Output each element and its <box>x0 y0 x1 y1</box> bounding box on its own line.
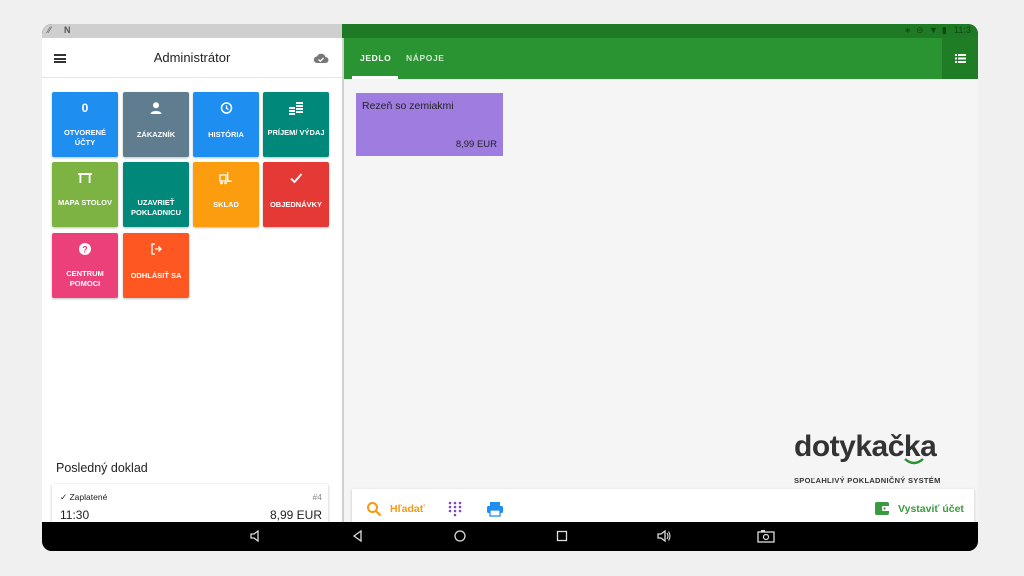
tile-close-register[interactable]: Uzavrieť pokladnicu <box>123 162 189 227</box>
logo-tagline: SPOĽAHLIVÝ POKLADNIČNÝ SYSTÉM <box>794 476 941 485</box>
dotykacka-logo: dotykačka <box>794 430 964 470</box>
cash-stack-icon <box>263 100 329 116</box>
tab-food[interactable]: JEDLO <box>360 53 391 63</box>
wifi-icon: ▼ <box>929 25 938 35</box>
dnd-icon: ⊖ <box>916 25 924 35</box>
tab-drinks[interactable]: NÁPOJE <box>406 53 445 63</box>
tile-label: Uzavrieť pokladnicu <box>131 198 181 217</box>
tile-label: Príjem/ výdaj <box>267 128 325 137</box>
battery-icon: ▮ <box>942 25 947 35</box>
tile-label: Centrum pomoci <box>66 269 104 288</box>
tile-label: Otvorené účty <box>63 128 107 147</box>
cloud-check-icon[interactable] <box>313 52 329 64</box>
tile-logout[interactable]: Odhlásiť sa <box>123 233 189 298</box>
sales-panel: JEDLO NÁPOJE Rezeň so zemiakmi 8,99 EUR … <box>344 38 978 529</box>
screenshot-icon[interactable] <box>756 528 776 544</box>
tile-income-expense[interactable]: Príjem/ výdaj <box>263 92 329 157</box>
page-title: Administrátor <box>153 50 231 65</box>
person-icon <box>123 100 189 116</box>
receipt-status: ✓ Zaplatené <box>60 492 108 502</box>
tile-label: Sklad <box>213 200 239 209</box>
category-tabbar: JEDLO NÁPOJE <box>344 38 978 79</box>
status-bar-right: ∗ ⊖ ▼ ▮ 11:3 <box>342 24 978 38</box>
signal-icon: ⁄⁄ <box>48 25 52 35</box>
svg-text:?: ? <box>82 245 88 255</box>
forklift-icon <box>193 170 259 186</box>
tablet-screen: ⁄⁄ N ∗ ⊖ ▼ ▮ 11:3 Administrátor 0 Otvore… <box>42 24 978 551</box>
admin-header: Administrátor <box>42 38 342 78</box>
status-bar-left: ⁄⁄ N <box>42 24 342 38</box>
receipt-status-text: Zaplatené <box>69 492 108 502</box>
search-icon[interactable] <box>366 501 382 517</box>
volume-down-icon[interactable] <box>248 528 264 544</box>
print-icon[interactable] <box>486 501 504 517</box>
count-icon: 0 <box>81 101 89 115</box>
tile-warehouse[interactable]: Sklad <box>193 162 259 227</box>
list-icon <box>955 54 966 63</box>
receipt-total: 8,99 EUR <box>269 508 322 522</box>
admin-panel: Administrátor 0 Otvorené účty Zákazník <box>42 38 342 532</box>
system-nav-bar <box>42 522 978 551</box>
search-button[interactable]: Hľadať <box>390 503 425 515</box>
issue-bill-button[interactable]: Vystaviť účet <box>898 503 964 515</box>
product-price: 8,99 EUR <box>455 139 497 150</box>
tile-customer[interactable]: Zákazník <box>123 92 189 157</box>
tile-label: Zákazník <box>136 130 176 139</box>
history-icon <box>193 100 259 116</box>
bluetooth-icon: ∗ <box>904 25 912 35</box>
hamburger-menu-icon[interactable] <box>54 54 66 63</box>
receipt-time: 11:30 <box>60 508 90 522</box>
receipt-number: #4 <box>312 492 322 502</box>
product-name: Rezeň so zemiakmi <box>362 100 454 112</box>
table-icon <box>52 170 118 186</box>
active-tab-indicator <box>352 76 398 79</box>
register-icon <box>123 170 189 186</box>
tile-history[interactable]: História <box>193 92 259 157</box>
volume-up-icon[interactable] <box>656 528 672 544</box>
tile-orders[interactable]: Objednávky <box>263 162 329 227</box>
tile-label: Objednávky <box>269 200 323 209</box>
help-icon: ? <box>52 241 118 257</box>
home-icon[interactable] <box>452 528 468 544</box>
wallet-icon[interactable] <box>874 501 890 516</box>
notification-icon: N <box>64 25 71 35</box>
last-receipt-title: Posledný doklad <box>56 461 148 475</box>
logout-icon <box>123 241 189 257</box>
product-tile[interactable]: Rezeň so zemiakmi 8,99 EUR <box>356 93 503 156</box>
status-clock: 11:3 <box>954 25 971 35</box>
tile-table-map[interactable]: Mapa stolov <box>52 162 118 227</box>
back-icon[interactable] <box>350 528 366 544</box>
tile-help-center[interactable]: ? Centrum pomoci <box>52 233 118 298</box>
tile-label: Odhlásiť sa <box>130 271 182 280</box>
keypad-icon[interactable] <box>448 501 462 517</box>
tile-label: História <box>208 130 244 139</box>
logo-smile-icon <box>904 458 924 465</box>
list-view-button[interactable] <box>942 38 978 79</box>
tile-label: Mapa stolov <box>57 198 113 207</box>
tile-open-accounts[interactable]: 0 Otvorené účty <box>52 92 118 157</box>
recents-icon[interactable] <box>554 528 570 544</box>
checkmark-icon <box>263 170 329 186</box>
